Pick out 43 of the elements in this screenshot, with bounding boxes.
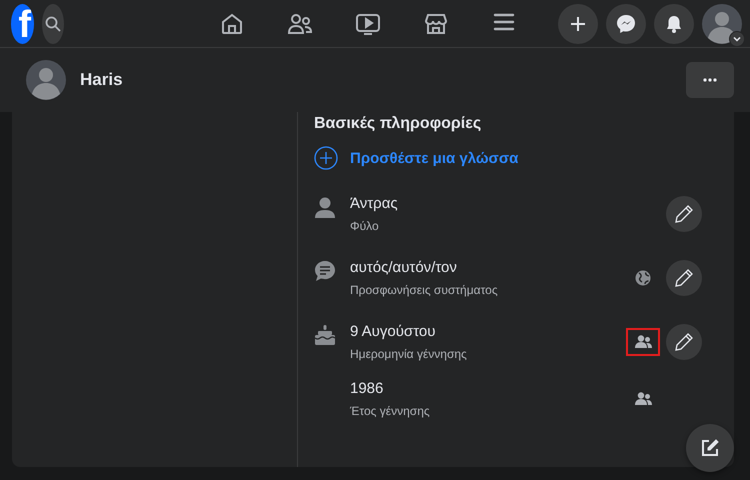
notifications-button[interactable] <box>654 4 694 44</box>
speech-bubble-icon <box>314 260 336 282</box>
person-icon <box>314 196 336 218</box>
plus-icon <box>569 14 587 32</box>
add-language-link[interactable]: Προσθέστε μια γλώσσα <box>314 146 518 170</box>
search-button[interactable] <box>42 4 64 44</box>
friends-icon[interactable] <box>634 392 652 406</box>
info-value: 1986 <box>350 379 384 399</box>
friends-icon[interactable] <box>287 12 313 36</box>
globe-icon[interactable] <box>635 270 651 286</box>
info-label: Φύλο <box>350 218 380 234</box>
info-value: Άντρας <box>350 194 399 214</box>
more-icon <box>703 78 717 82</box>
info-value: αυτός/αυτόν/τον <box>350 258 458 278</box>
profile-avatar[interactable] <box>26 60 66 100</box>
profile-name: Haris <box>80 70 124 90</box>
info-label: Έτος γέννησης <box>350 403 431 419</box>
logo[interactable]: f <box>11 4 34 44</box>
create-button[interactable] <box>558 4 598 44</box>
avatar[interactable] <box>702 4 742 44</box>
chat-bubble-icon <box>616 14 636 34</box>
home-icon[interactable] <box>220 12 244 36</box>
search-icon <box>45 16 62 32</box>
edit-button[interactable] <box>666 196 702 232</box>
store-icon[interactable] <box>424 12 448 36</box>
compose-icon <box>700 438 720 458</box>
pencil-icon <box>674 204 694 224</box>
bell-icon <box>664 14 684 34</box>
edit-button[interactable] <box>666 260 702 296</box>
info-value: 9 Αυγούστου <box>350 322 436 342</box>
info-label: Ημερομηνία γέννησης <box>350 346 468 362</box>
section-heading: Βασικές πληροφορίες <box>314 114 482 134</box>
pencil-icon <box>674 268 694 288</box>
info-label: Προσφωνήσεις συστήματος <box>350 282 499 298</box>
chevron-icon[interactable] <box>729 30 745 46</box>
cake-icon <box>314 324 336 346</box>
edit-button[interactable] <box>666 324 702 360</box>
messenger-button[interactable] <box>606 4 646 44</box>
friends-icon[interactable] <box>634 335 652 349</box>
menu-icon[interactable] <box>493 12 515 32</box>
video-icon[interactable] <box>355 12 381 36</box>
pencil-icon <box>674 332 694 352</box>
plus-circle-icon <box>314 146 338 170</box>
